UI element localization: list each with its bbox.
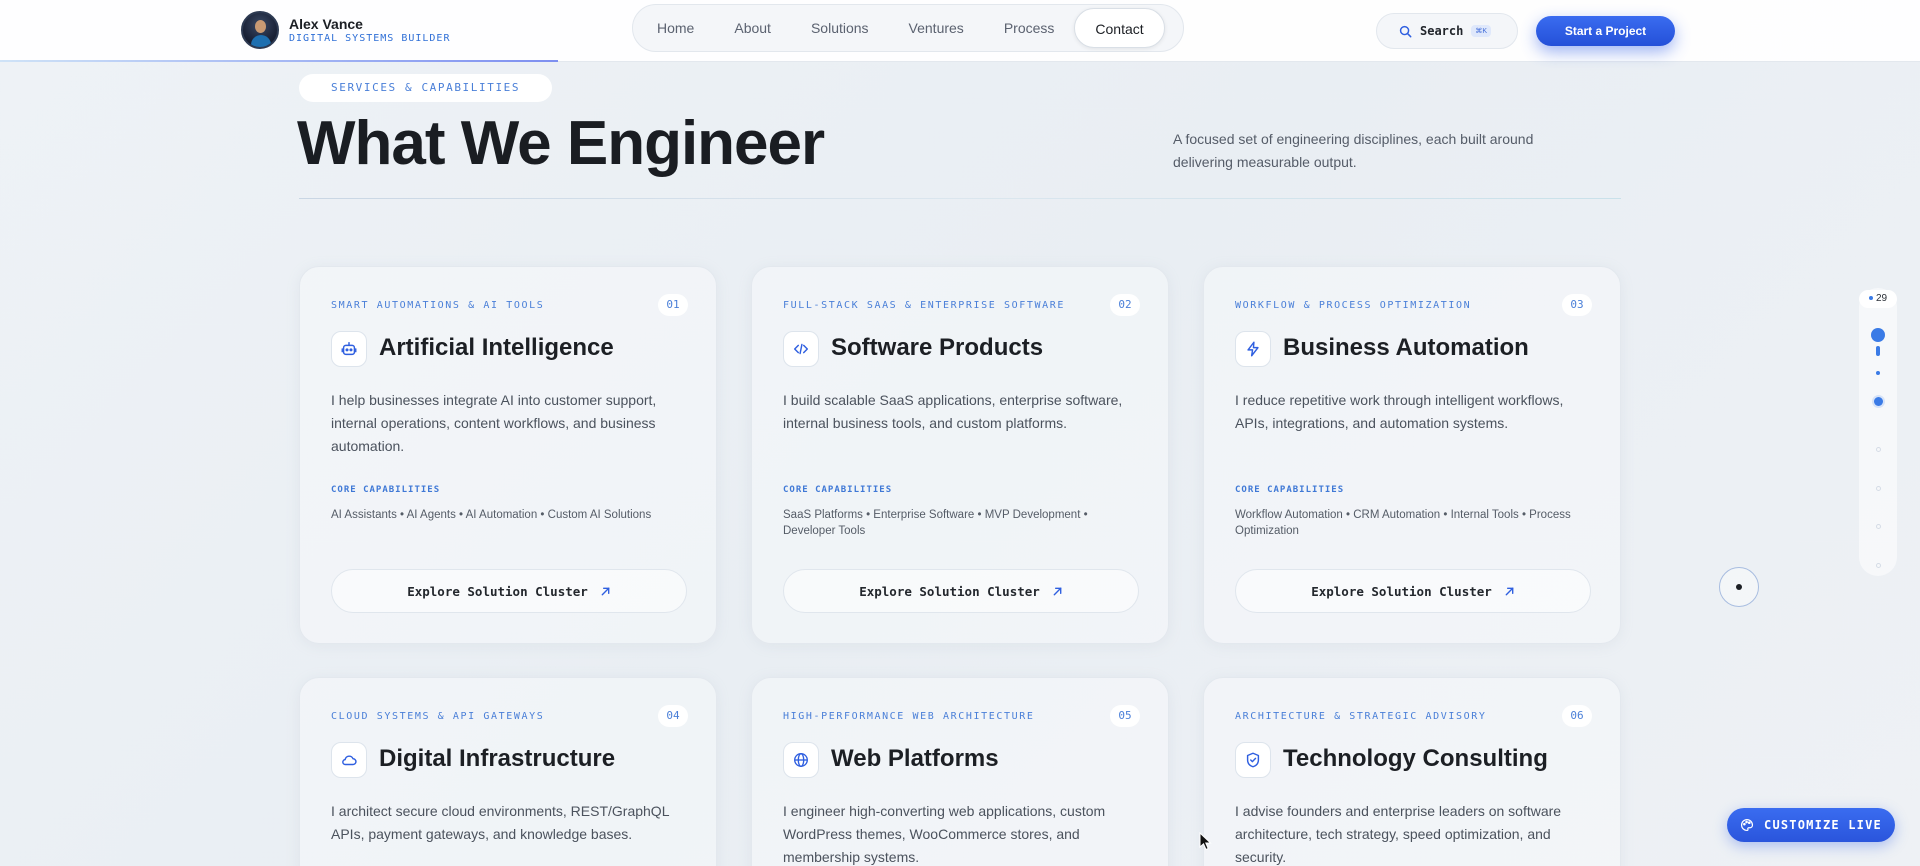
capabilities-label: CORE CAPABILITIES <box>1235 485 1345 495</box>
rail-dot[interactable] <box>1876 524 1881 529</box>
card-number: 03 <box>1562 294 1592 316</box>
main-nav: Home About Solutions Ventures Process Co… <box>632 4 1184 52</box>
card-title: Web Platforms <box>831 745 999 772</box>
search-icon <box>1399 25 1412 37</box>
card-eyebrow: ARCHITECTURE & STRATEGIC ADVISORY <box>1235 711 1487 722</box>
card-number: 06 <box>1562 705 1592 727</box>
arrow-up-right-icon <box>601 587 610 595</box>
capabilities-list: AI Assistants • AI Agents • AI Automatio… <box>331 509 652 521</box>
nav-item-contact[interactable]: Contact <box>1074 8 1165 48</box>
card-eyebrow: SMART AUTOMATIONS & AI TOOLS <box>331 300 545 311</box>
search-shortcut: ⌘K <box>1471 25 1492 37</box>
card-body: I engineer high-converting web applicati… <box>783 803 1106 865</box>
card-title: Artificial Intelligence <box>379 334 614 361</box>
card-body: I advise founders and enterprise leaders… <box>1235 803 1562 865</box>
cloud-icon <box>331 742 367 778</box>
card-body: I help businesses integrate AI into cust… <box>331 392 657 454</box>
service-card-ai: SMART AUTOMATIONS & AI TOOLS 01 Artifici… <box>299 266 717 644</box>
search-label: Search <box>1420 24 1464 38</box>
section-divider <box>299 198 1621 199</box>
brand-subtitle: DIGITAL SYSTEMS BUILDER <box>289 33 451 44</box>
card-title: Technology Consulting <box>1283 745 1548 772</box>
nav-item-about[interactable]: About <box>714 8 791 48</box>
card-body: I reduce repetitive work through intelli… <box>1235 392 1564 431</box>
mouse-cursor-icon <box>1199 832 1212 851</box>
globe-icon <box>783 742 819 778</box>
rail-dot[interactable] <box>1876 486 1881 491</box>
card-number: 01 <box>658 294 688 316</box>
card-eyebrow: HIGH-PERFORMANCE WEB ARCHITECTURE <box>783 711 1035 722</box>
section-description: A focused set of engineering disciplines… <box>1173 131 1534 170</box>
capabilities-label: CORE CAPABILITIES <box>331 485 441 495</box>
card-body: I build scalable SaaS applications, ente… <box>783 392 1123 431</box>
explore-cluster-button[interactable]: Explore Solution Cluster <box>1235 569 1591 613</box>
explore-label: Explore Solution Cluster <box>859 583 1040 599</box>
avatar <box>241 11 279 49</box>
card-number: 05 <box>1110 705 1140 727</box>
customize-live-button[interactable]: CUSTOMIZE LIVE <box>1727 808 1895 842</box>
rail-dot[interactable] <box>1874 397 1883 406</box>
site-header: Alex Vance DIGITAL SYSTEMS BUILDER Home … <box>0 0 1920 62</box>
arrow-up-right-icon <box>1053 587 1062 595</box>
rail-dot[interactable] <box>1876 447 1881 452</box>
rail-dot[interactable] <box>1876 371 1880 375</box>
search-button[interactable]: Search ⌘K <box>1376 13 1518 49</box>
lightning-icon <box>1235 331 1271 367</box>
service-card-infrastructure: CLOUD SYSTEMS & API GATEWAYS 04 Digital … <box>299 677 717 866</box>
arrow-up-right-icon <box>1505 587 1514 595</box>
card-eyebrow: FULL-STACK SAAS & ENTERPRISE SOFTWARE <box>783 300 1065 311</box>
nav-item-home[interactable]: Home <box>637 8 714 48</box>
rail-dot[interactable] <box>1876 563 1881 568</box>
nav-item-process[interactable]: Process <box>984 8 1075 48</box>
brand-name: Alex Vance <box>289 16 363 32</box>
robot-icon <box>331 331 367 367</box>
section-counter: 29 <box>1859 290 1897 308</box>
scroll-progress-bar <box>0 60 558 62</box>
card-title: Digital Infrastructure <box>379 745 616 772</box>
capabilities-label: CORE CAPABILITIES <box>783 485 893 495</box>
start-project-button[interactable]: Start a Project <box>1536 16 1675 46</box>
nav-item-ventures[interactable]: Ventures <box>889 8 984 48</box>
customize-label: CUSTOMIZE LIVE <box>1764 818 1882 832</box>
service-card-web-platforms: HIGH-PERFORMANCE WEB ARCHITECTURE 05 Web… <box>751 677 1169 866</box>
palette-icon <box>1741 818 1754 832</box>
cursor-follower <box>1719 567 1759 607</box>
card-number: 04 <box>658 705 688 727</box>
section-chip: SERVICES & CAPABILITIES <box>299 74 553 102</box>
service-card-automation: WORKFLOW & PROCESS OPTIMIZATION 03 Busin… <box>1203 266 1621 644</box>
code-icon <box>783 331 819 367</box>
page-title: What We Engineer <box>297 109 825 178</box>
card-eyebrow: CLOUD SYSTEMS & API GATEWAYS <box>331 711 545 722</box>
explore-cluster-button[interactable]: Explore Solution Cluster <box>783 569 1139 613</box>
explore-label: Explore Solution Cluster <box>1311 583 1492 599</box>
service-card-consulting: ARCHITECTURE & STRATEGIC ADVISORY 06 Tec… <box>1203 677 1621 866</box>
brand[interactable]: Alex Vance DIGITAL SYSTEMS BUILDER <box>241 11 450 49</box>
counter-dot-icon <box>1868 296 1873 301</box>
card-title: Software Products <box>831 334 1044 361</box>
card-title: Business Automation <box>1283 334 1529 361</box>
card-number: 02 <box>1110 294 1140 316</box>
card-body: I architect secure cloud environments, R… <box>331 803 669 842</box>
rail-dot-active[interactable] <box>1871 328 1885 342</box>
shield-icon <box>1235 742 1271 778</box>
nav-item-solutions[interactable]: Solutions <box>791 8 889 48</box>
capabilities-list: SaaS Platforms • Enterprise Software • M… <box>783 509 1088 537</box>
section-count: 29 <box>1875 293 1888 304</box>
service-card-software: FULL-STACK SAAS & ENTERPRISE SOFTWARE 02… <box>751 266 1169 644</box>
capabilities-list: Workflow Automation • CRM Automation • I… <box>1235 509 1571 537</box>
explore-label: Explore Solution Cluster <box>407 583 588 599</box>
explore-cluster-button[interactable]: Explore Solution Cluster <box>331 569 687 613</box>
card-eyebrow: WORKFLOW & PROCESS OPTIMIZATION <box>1235 300 1472 311</box>
rail-indicator <box>1876 346 1880 356</box>
